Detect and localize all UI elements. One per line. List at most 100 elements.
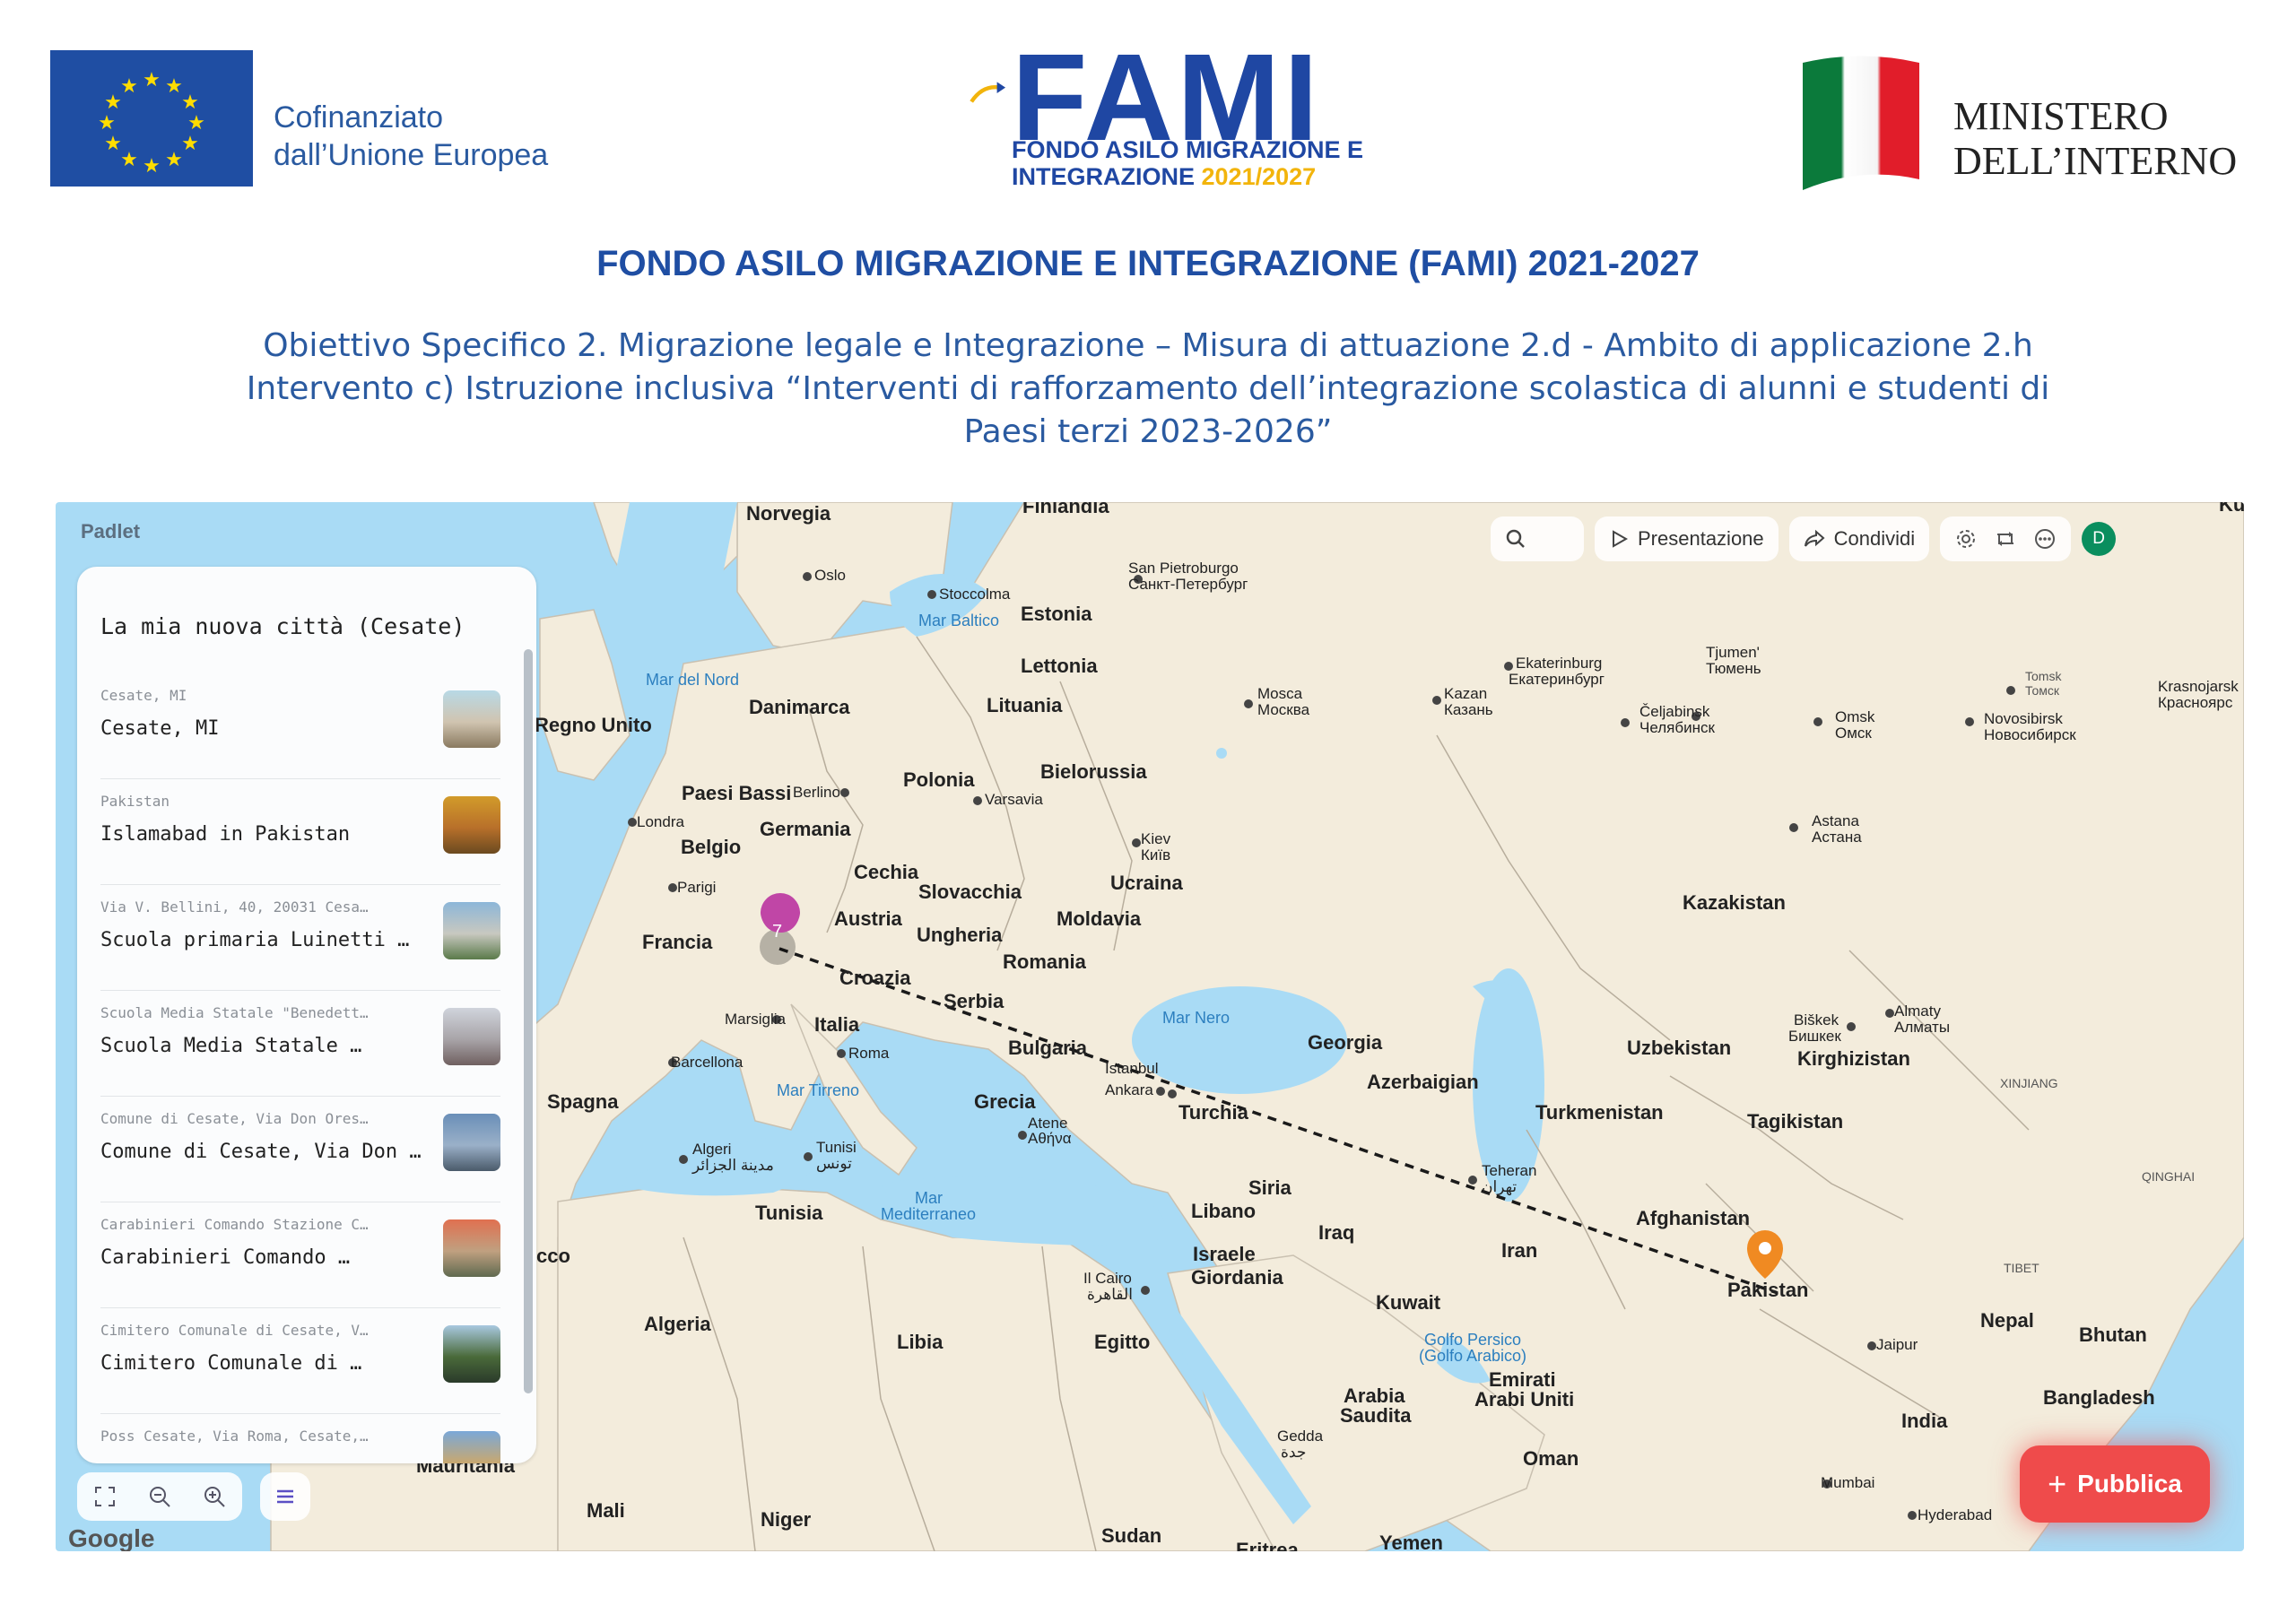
item-name: Islamabad in Pakistan [100,823,351,846]
map-label: Челябинск [1639,719,1715,736]
play-icon [1613,530,1629,548]
map-label: Київ [1141,846,1171,864]
map-label: Krasnojarsk [2158,678,2239,695]
map-label: Алматы [1894,1019,1951,1036]
map-label: Mosca [1257,685,1303,702]
map-label: Mar del Nord [646,671,740,689]
cluster-count[interactable]: 7 [772,922,782,942]
item-address: Via V. Bellini, 40, 20031 Cesa… [100,898,369,916]
map-label: Germania [760,818,851,840]
list-item[interactable]: Poss Cesate, Via Roma, Cesate,… [100,1413,500,1463]
fullscreen-icon[interactable] [92,1484,117,1509]
item-thumbnail [443,690,500,748]
subtitle-line2: Intervento c) Istruzione inclusiva “Inte… [246,370,2050,407]
fami-sub2-year: 2021/2027 [1201,163,1317,190]
publish-label: Pubblica [2077,1470,2182,1497]
map-label: Mar Nero [1162,1009,1231,1027]
more-icon[interactable] [2033,527,2057,551]
google-attribution: Google [68,1524,155,1551]
map-label: Bielorussia [1040,760,1147,783]
svg-text:★: ★ [104,133,122,155]
search-button[interactable] [1491,516,1584,561]
map-label: Sudan [1101,1524,1162,1547]
svg-text:★: ★ [98,112,116,135]
map-label: Екатеринбург [1509,671,1605,688]
map-label: Ku [2219,502,2244,516]
zoom-in-icon[interactable] [202,1484,227,1509]
map-label: Paesi Bassi [682,782,792,804]
map-label: Siria [1248,1176,1292,1199]
map-label: Iran [1501,1239,1538,1262]
map-label: Kirghizistan [1797,1047,1910,1070]
map-label: Новосибирск [1984,726,2076,743]
list-item[interactable]: Pakistan Islamabad in Pakistan [100,778,500,885]
map-label: Giordania [1191,1266,1283,1289]
eu-text-line2: dall’Unione Europea [274,138,549,172]
subtitle-line3: Paesi terzi 2023-2026” [963,413,1333,450]
item-thumbnail [443,902,500,959]
svg-text:★: ★ [143,155,161,178]
item-address: Cesate, MI [100,687,187,704]
item-name: Cimitero Comunale di … [100,1352,362,1375]
publish-button[interactable]: + Pubblica [2020,1445,2210,1523]
map-label: Romania [1003,950,1086,973]
fami-sub2-text: INTEGRAZIONE [1012,163,1202,190]
list-toggle-button[interactable] [260,1472,310,1521]
map-label: Tjumen' [1706,644,1760,661]
eu-text-line1: Cofinanziato [274,100,444,135]
panel-scrollbar[interactable] [524,649,533,1393]
map-label: Georgia [1308,1031,1383,1054]
map-label: Londra [637,813,684,830]
map-label: جدة [1281,1444,1307,1461]
top-toolbar: Presentazione Condividi D [1491,516,2117,561]
list-item[interactable]: Cimitero Comunale di Cesate, V… Cimitero… [100,1307,500,1414]
share-button[interactable]: Condividi [1788,516,1930,561]
map-label: XINJIANG [2000,1076,2058,1090]
item-name: Comune di Cesate, Via Don … [100,1141,422,1163]
padlet-logo[interactable]: Padlet [81,520,140,543]
map-label: Ankara [1105,1081,1153,1098]
map-label: Ucraina [1110,872,1183,894]
svg-text:★: ★ [120,149,138,171]
map-label: Bulgaria [1008,1037,1088,1059]
map-label: Kuwait [1376,1291,1441,1314]
zoom-out-icon[interactable] [147,1484,172,1509]
user-avatar[interactable]: D [2082,522,2117,556]
italian-flag-logo [1803,56,1919,190]
map-label: India [1901,1410,1948,1432]
map-label: Omsk [1835,708,1875,725]
map-label: Polonia [903,768,975,791]
map-label: Kazan [1444,685,1488,702]
map-label: Afghanistan [1636,1207,1751,1229]
svg-text:★: ★ [187,112,205,135]
map-label: Croazia [839,967,911,989]
map-label: San Pietroburgo [1128,560,1239,577]
fami-logo-sub2: INTEGRAZIONE 2021/2027 [1012,163,1316,191]
svg-text:★: ★ [120,75,138,98]
map-label: Danimarca [749,696,850,718]
padlet-map[interactable]: Norvegia Finlandia Oslo Stoccolma San Pi… [56,502,2244,1551]
map-label: Israele [1193,1243,1256,1265]
map-label: Libia [897,1331,944,1353]
list-item[interactable]: Carabinieri Comando Stazione C… Carabini… [100,1202,500,1308]
map-label: Lituania [987,694,1063,716]
svg-text:★: ★ [165,149,183,171]
map-label: Mar Baltico [918,612,1000,629]
gear-icon[interactable] [1954,527,1978,551]
item-address: Comune di Cesate, Via Don Ores… [100,1110,369,1127]
ministry-line1: MINISTERO [1953,94,2169,138]
list-item[interactable]: Scuola Media Statale "Benedett… Scuola M… [100,990,500,1097]
map-label: Tunisi [816,1139,857,1156]
remake-icon[interactable] [1994,527,2017,551]
item-address: Poss Cesate, Via Roma, Cesate,… [100,1428,369,1445]
list-item[interactable]: Cesate, MI Cesate, MI [100,673,500,779]
map-label: Cechia [854,861,919,883]
map-label: تونس [816,1155,852,1172]
map-label: Marsiglia [725,1011,787,1028]
map-label: TIBET [2004,1261,2039,1275]
presentation-button[interactable]: Presentazione [1595,516,1779,561]
list-item[interactable]: Via V. Bellini, 40, 20031 Cesa… Scuola p… [100,884,500,991]
list-item[interactable]: Comune di Cesate, Via Don Ores… Comune d… [100,1096,500,1202]
map-label: Oslo [814,567,846,584]
map-label: Teheran [1482,1162,1537,1179]
